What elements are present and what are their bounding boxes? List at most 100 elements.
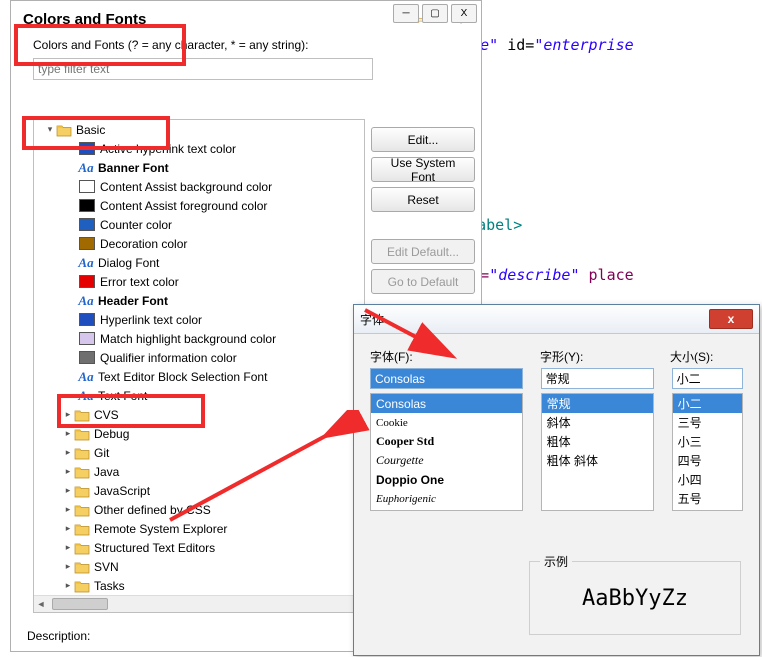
font-dialog-close-button[interactable]: x bbox=[709, 309, 753, 329]
close-button[interactable]: X bbox=[451, 4, 477, 23]
tree-item[interactable]: AaBanner Font bbox=[34, 158, 364, 177]
list-item[interactable]: 小二 bbox=[673, 394, 742, 413]
font-input[interactable]: Consolas bbox=[370, 368, 523, 389]
style-label: 字形(Y): bbox=[540, 348, 652, 365]
tree-category[interactable]: ▸Tasks bbox=[34, 576, 364, 595]
folder-icon bbox=[74, 579, 90, 593]
tree-item[interactable]: Content Assist foreground color bbox=[34, 196, 364, 215]
tree-category[interactable]: ▸Remote System Explorer bbox=[34, 519, 364, 538]
font-icon: Aa bbox=[78, 293, 94, 309]
tree-label: Tasks bbox=[94, 579, 125, 593]
list-item[interactable]: 小四 bbox=[673, 470, 742, 489]
list-item[interactable]: Cookie bbox=[371, 413, 522, 432]
folder-icon bbox=[56, 123, 72, 137]
color-swatch-icon bbox=[79, 313, 95, 326]
list-item[interactable]: 斜体 bbox=[542, 413, 653, 432]
tree-item[interactable]: Qualifier information color bbox=[34, 348, 364, 367]
filter-input[interactable] bbox=[33, 58, 373, 80]
list-item[interactable]: 小三 bbox=[673, 432, 742, 451]
list-item[interactable]: 常规 bbox=[542, 394, 653, 413]
size-list[interactable]: 小二三号小三四号小四五号小五 bbox=[672, 393, 743, 511]
tree-item[interactable]: Aa Text Font bbox=[34, 386, 364, 405]
list-item[interactable]: 五号 bbox=[673, 489, 742, 508]
tree-label: Content Assist foreground color bbox=[100, 199, 267, 213]
folder-icon bbox=[74, 408, 90, 422]
font-icon: Aa bbox=[78, 255, 94, 271]
list-item[interactable]: Fugaz One bbox=[371, 508, 522, 511]
list-item[interactable]: Courgette bbox=[371, 451, 522, 470]
tree-label: Counter color bbox=[100, 218, 172, 232]
list-item[interactable]: 粗体 bbox=[542, 432, 653, 451]
tree-label: SVN bbox=[94, 560, 119, 574]
reset-button[interactable]: Reset bbox=[371, 187, 475, 212]
font-list[interactable]: ConsolasCookieCooper StdCourgetteDoppio … bbox=[370, 393, 523, 511]
style-list[interactable]: 常规斜体粗体粗体 斜体 bbox=[541, 393, 654, 511]
tree-item[interactable]: Decoration color bbox=[34, 234, 364, 253]
list-item[interactable]: Consolas bbox=[371, 394, 522, 413]
tree-item[interactable]: Counter color bbox=[34, 215, 364, 234]
tree-category[interactable]: ▸SVN bbox=[34, 557, 364, 576]
tree-item[interactable]: Aa Dialog Font bbox=[34, 253, 364, 272]
edit-button[interactable]: Edit... bbox=[371, 127, 475, 152]
color-swatch-icon bbox=[79, 180, 95, 193]
maximize-button[interactable]: ▢ bbox=[422, 4, 448, 23]
list-item[interactable]: Euphorigenic bbox=[371, 489, 522, 508]
tree-label: Dialog Font bbox=[98, 256, 159, 270]
size-input[interactable]: 小二 bbox=[672, 368, 743, 389]
window-controls: ─ ▢ X bbox=[393, 4, 477, 23]
tree-category[interactable]: ▸Other defined by CSS bbox=[34, 500, 364, 519]
tree-item[interactable]: AaText Editor Block Selection Font bbox=[34, 367, 364, 386]
tree-label: Active hyperlink text color bbox=[100, 142, 236, 156]
tree[interactable]: ▾Basic Active hyperlink text color AaBanne… bbox=[33, 119, 365, 613]
font-icon: Aa bbox=[78, 160, 94, 176]
font-dialog-title: 字体 bbox=[360, 311, 384, 328]
tree-item[interactable]: Error text color bbox=[34, 272, 364, 291]
folder-icon bbox=[74, 503, 90, 517]
folder-icon bbox=[74, 484, 90, 498]
list-item[interactable]: 三号 bbox=[673, 413, 742, 432]
use-system-font-button[interactable]: Use System Font bbox=[371, 157, 475, 182]
tree-label: Decoration color bbox=[100, 237, 187, 251]
font-label: 字体(F): bbox=[370, 348, 522, 365]
tree-horizontal-scrollbar[interactable]: ◄► bbox=[34, 595, 364, 612]
color-swatch-icon bbox=[79, 332, 95, 345]
folder-icon bbox=[74, 541, 90, 555]
tree-label: Structured Text Editors bbox=[94, 541, 215, 555]
tree-label: Qualifier information color bbox=[100, 351, 237, 365]
list-item[interactable]: 粗体 斜体 bbox=[542, 451, 653, 470]
style-input[interactable]: 常规 bbox=[541, 368, 654, 389]
color-swatch-icon bbox=[79, 142, 95, 155]
minimize-button[interactable]: ─ bbox=[393, 4, 419, 23]
description-label: Description: bbox=[27, 629, 90, 643]
list-item[interactable]: 小五 bbox=[673, 508, 742, 511]
tree-label: Content Assist background color bbox=[100, 180, 272, 194]
tree-category[interactable]: ▸JavaScript bbox=[34, 481, 364, 500]
folder-icon bbox=[74, 446, 90, 460]
tree-item[interactable]: Hyperlink text color bbox=[34, 310, 364, 329]
tree-label: CVS bbox=[94, 408, 119, 422]
color-swatch-icon bbox=[79, 199, 95, 212]
list-item[interactable]: 四号 bbox=[673, 451, 742, 470]
font-icon: Aa bbox=[78, 388, 94, 404]
tree-category[interactable]: ▸Java bbox=[34, 462, 364, 481]
tree-category[interactable]: ▸CVS bbox=[34, 405, 364, 424]
page-title: Colors and Fonts bbox=[23, 11, 146, 28]
tree-item[interactable]: Match highlight background color bbox=[34, 329, 364, 348]
tree-item[interactable]: Content Assist background color bbox=[34, 177, 364, 196]
tree-category[interactable]: ▸Debug bbox=[34, 424, 364, 443]
folder-icon bbox=[74, 465, 90, 479]
tree-label: Other defined by CSS bbox=[94, 503, 211, 517]
font-dialog: 字体 x 字体(F): 字形(Y): 大小(S): Consolas 常规 小二… bbox=[353, 304, 760, 656]
tree-label: Match highlight background color bbox=[100, 332, 276, 346]
tree-category[interactable]: ▸Git bbox=[34, 443, 364, 462]
tree-label: Basic bbox=[76, 123, 105, 137]
list-item[interactable]: Cooper Std bbox=[371, 432, 522, 451]
tree-label: Hyperlink text color bbox=[100, 313, 202, 327]
tree-item[interactable]: Active hyperlink text color bbox=[34, 139, 364, 158]
tree-category[interactable]: ▸Structured Text Editors bbox=[34, 538, 364, 557]
list-item[interactable]: Doppio One bbox=[371, 470, 522, 489]
sample-group: 示例 AaBbYyZz bbox=[529, 561, 741, 635]
tree-item[interactable]: AaHeader Font bbox=[34, 291, 364, 310]
tree-label: Text Font bbox=[98, 389, 147, 403]
tree-node-basic[interactable]: ▾Basic bbox=[34, 120, 364, 139]
